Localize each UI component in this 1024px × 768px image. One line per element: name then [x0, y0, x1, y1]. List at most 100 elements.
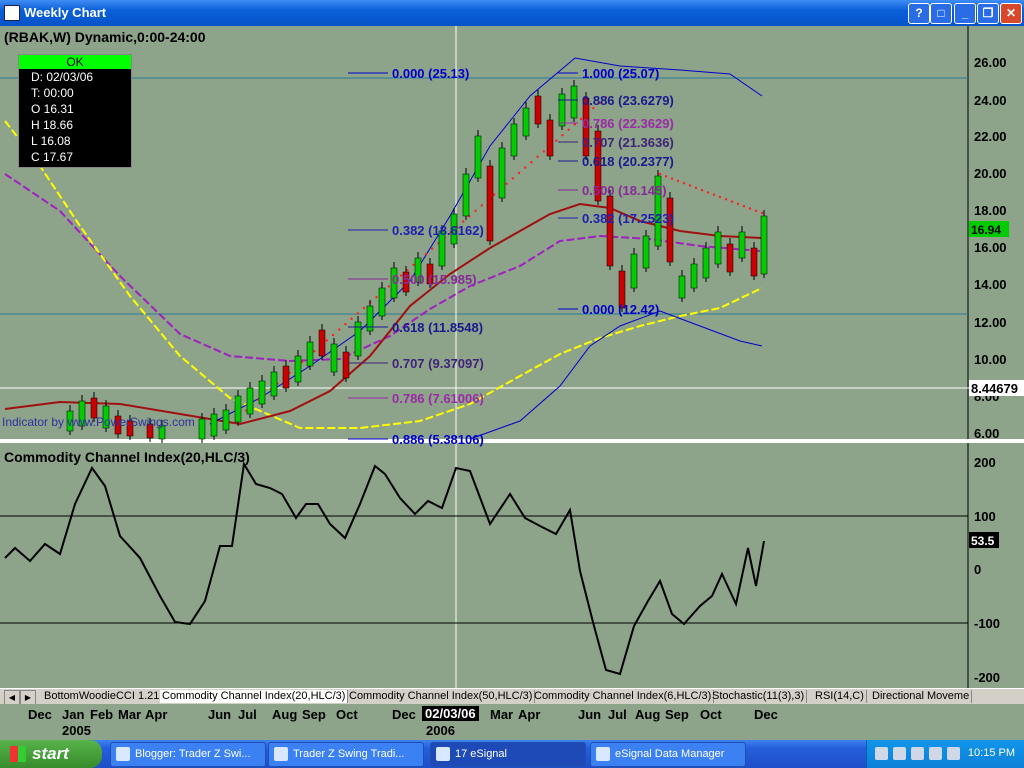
minimize-button[interactable]: _ — [954, 3, 976, 24]
candle-body — [690, 263, 698, 289]
candle-body — [282, 365, 290, 389]
price-tick-label: 24.00 — [974, 93, 1007, 108]
cci-tick-label: 0 — [974, 562, 981, 577]
candle-body — [702, 247, 710, 279]
help-button[interactable]: ? — [908, 3, 930, 24]
psar-dot — [706, 191, 710, 194]
candle-body — [546, 119, 554, 157]
candle-body — [760, 215, 768, 275]
fib-label: 0.707 (9.37097) — [392, 356, 484, 371]
candle-body — [198, 418, 206, 440]
psar-dot — [742, 205, 746, 208]
price-tick-label: 12.00 — [974, 315, 1007, 330]
tab-stochastic[interactable]: Stochastic(11(3),3) — [710, 690, 808, 703]
chart-app-icon — [4, 5, 20, 21]
psar-dot — [362, 306, 366, 310]
month-label: Dec — [28, 707, 52, 722]
psar-dot — [712, 193, 716, 196]
psar-dot — [700, 188, 704, 192]
candle-body — [378, 287, 386, 317]
watermark-text: Indicator by www.PowerSwings.com — [2, 415, 195, 429]
month-label: Mar — [118, 707, 142, 722]
tray-expand-icon[interactable] — [875, 747, 888, 760]
restore-button[interactable]: □ — [930, 3, 952, 24]
taskbar: start Blogger: Trader Z Swi... Trader Z … — [0, 740, 1024, 768]
data-manager-icon — [596, 747, 610, 761]
month-label: Dec — [754, 707, 778, 722]
fib-label: 0.500 (18.145) — [582, 183, 667, 198]
year-label: 2006 — [426, 723, 455, 738]
tab-cci-20[interactable]: Commodity Channel Index(20,HLC/3) — [160, 690, 349, 703]
candle-body — [642, 235, 650, 269]
month-label: Sep — [665, 707, 689, 722]
fib-label: 0.886 (23.6279) — [582, 93, 674, 108]
maximize-button[interactable]: ❐ — [977, 3, 999, 24]
close-button[interactable]: ✕ — [1000, 3, 1022, 24]
tab-rsi[interactable]: RSI(14,C) — [813, 690, 867, 703]
tab-scroll-right[interactable]: ▶ — [20, 690, 36, 705]
candle-body — [558, 93, 566, 127]
price-chart-svg[interactable]: (RBAK,W) Dynamic,0:00-24:00 26.00 24.00 22.… — [0, 26, 1024, 688]
tab-cci-50[interactable]: Commodity Channel Index(50,HLC/3) — [347, 690, 536, 703]
study-tabs: ◀ ▶ BottomWoodieCCI 1.21 Commodity Chann… — [0, 688, 1024, 705]
tray-volume-icon[interactable] — [929, 747, 942, 760]
psar-dot — [694, 186, 698, 189]
psar-dot — [676, 179, 680, 183]
fib-label: 1.000 (25.07) — [582, 66, 659, 81]
start-button[interactable]: start — [0, 740, 102, 768]
candle-body — [234, 395, 242, 423]
tab-directional[interactable]: Directional Moveme — [870, 690, 973, 703]
month-label: Mar — [490, 707, 514, 722]
month-label: Oct — [336, 707, 358, 722]
taskbar-item-blogger[interactable]: Blogger: Trader Z Swi... — [110, 742, 266, 767]
candle-body — [750, 247, 758, 277]
tray-security-icon[interactable] — [947, 747, 960, 760]
psar-dot — [536, 155, 539, 158]
taskbar-item-datamanager[interactable]: eSignal Data Manager — [590, 742, 746, 767]
crosshair-value: 8.44679 — [971, 381, 1018, 396]
tab-cci-6[interactable]: Commodity Channel Index(6,HLC/3) — [532, 690, 715, 703]
tray-network-icon[interactable] — [893, 747, 906, 760]
price-tick-label: 10.00 — [974, 352, 1007, 367]
psar-dot — [387, 285, 390, 288]
month-label: Jul — [238, 707, 257, 722]
ohlc-status: OK — [19, 55, 131, 69]
psar-dot — [325, 339, 328, 342]
candle-body — [510, 123, 518, 157]
psar-dot — [344, 323, 347, 326]
candle-body — [714, 231, 722, 265]
psar-dot — [754, 209, 758, 212]
candle-body — [570, 85, 578, 119]
taskbar-item-tradersite[interactable]: Trader Z Swing Tradi... — [268, 742, 424, 767]
month-label: Oct — [700, 707, 722, 722]
taskbar-item-esignal[interactable]: 17 eSignal — [430, 742, 586, 767]
psar-dot — [724, 198, 728, 201]
tab-scroll-left[interactable]: ◀ — [4, 690, 20, 705]
price-tick-label: 18.00 — [974, 203, 1007, 218]
price-tick-label: 14.00 — [974, 277, 1007, 292]
psar-dot — [431, 247, 434, 250]
window-titlebar: Weekly Chart ? □ _ ❐ ✕ — [0, 0, 1024, 26]
month-label: Dec — [392, 707, 416, 722]
cci-last-value: 53.5 — [971, 534, 995, 548]
browser-icon — [274, 747, 288, 761]
psar-dot — [561, 134, 564, 137]
tray-printer-icon[interactable] — [911, 747, 924, 760]
candle-body — [222, 409, 230, 431]
psar-dot — [573, 123, 576, 126]
candle-body — [330, 343, 338, 373]
month-label: Jun — [208, 707, 232, 722]
candle-body — [534, 95, 542, 125]
month-label: Jan — [62, 707, 85, 722]
chart-area[interactable]: (RBAK,W) Dynamic,0:00-24:00 26.00 24.00 22.… — [0, 26, 1024, 688]
candle-body — [258, 380, 266, 405]
fib-label: 0.618 (11.8548) — [392, 320, 483, 335]
psar-dot — [375, 296, 378, 299]
fib-label: 0.000 (25.13) — [392, 66, 469, 81]
candle-body — [306, 341, 314, 367]
cci-tick-label: -100 — [974, 616, 1000, 631]
tab-bottomwoodie[interactable]: BottomWoodieCCI 1.21 — [42, 690, 163, 703]
window-title: Weekly Chart — [24, 5, 107, 20]
psar-dot — [331, 333, 335, 337]
cci-tick-label: 200 — [974, 455, 996, 470]
